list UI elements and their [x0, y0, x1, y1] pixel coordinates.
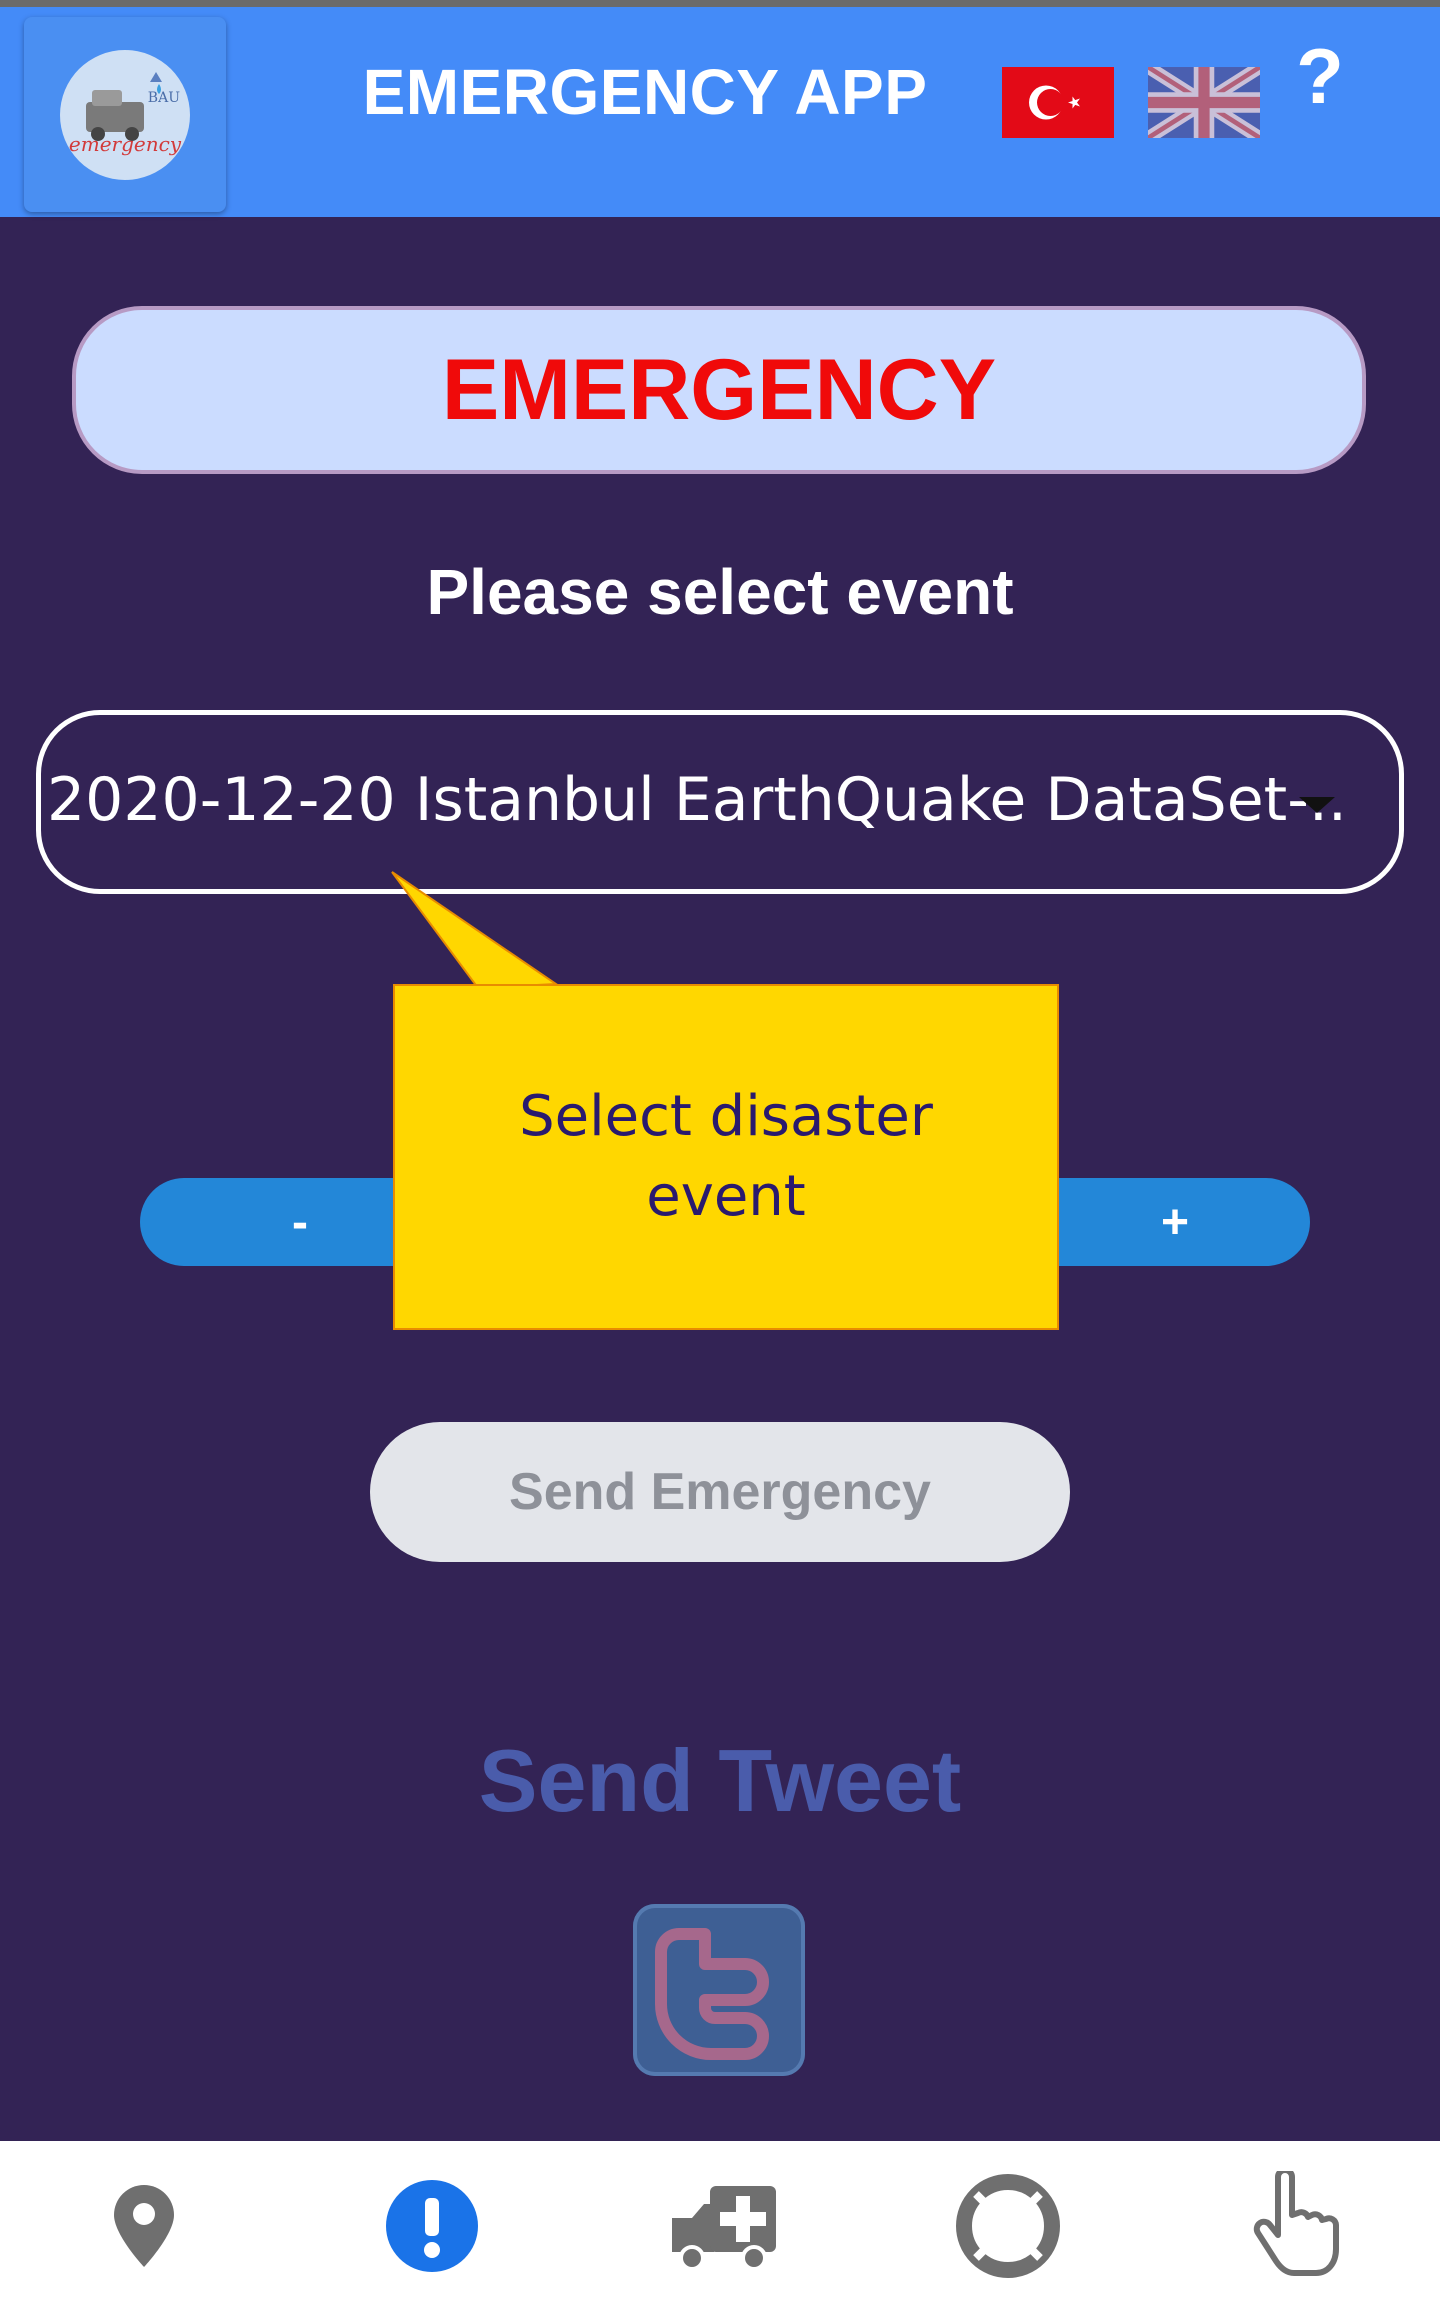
twitter-icon	[655, 1928, 769, 2060]
tooltip-hint: Select disaster event	[393, 984, 1059, 1330]
status-strip	[0, 0, 1440, 7]
logo-emblem: BAU emergency	[60, 49, 190, 180]
ambulance-icon	[672, 2186, 776, 2271]
lifebuoy-icon	[956, 2174, 1060, 2278]
event-select-value: 2020-12-20 Istanbul EarthQuake DataSet-.…	[47, 765, 1347, 835]
tab-ambulance[interactable]	[662, 2171, 782, 2281]
help-button[interactable]: ?	[1290, 31, 1350, 121]
turkish-flag-icon[interactable]	[1002, 67, 1114, 138]
bottom-tab-bar	[0, 2141, 1440, 2312]
tooltip-pointer	[391, 871, 560, 990]
alert-icon	[386, 2180, 478, 2272]
uk-flag-icon[interactable]	[1144, 61, 1264, 144]
tooltip-text: Select disaster event	[519, 1084, 933, 1229]
app-header: BAU emergency EMERGENCY APP ?	[0, 7, 1440, 217]
tab-gesture[interactable]	[1236, 2171, 1356, 2281]
location-pin-icon	[114, 2185, 174, 2267]
tab-alert[interactable]	[372, 2171, 492, 2281]
twitter-button[interactable]	[633, 1904, 805, 2076]
tab-help[interactable]	[948, 2171, 1068, 2281]
logo-sub-text: BAU	[147, 89, 180, 106]
send-tweet-label: Send Tweet	[478, 1731, 962, 1830]
chevron-down-icon	[1299, 797, 1335, 813]
select-event-title: Please select event	[426, 556, 1014, 628]
logo-text: emergency	[68, 131, 182, 156]
tab-location[interactable]	[84, 2171, 204, 2281]
app-title: EMERGENCY APP	[362, 56, 928, 128]
ambulance-logo-icon	[86, 71, 162, 141]
app-logo[interactable]: BAU emergency	[24, 17, 226, 212]
event-select[interactable]: 2020-12-20 Istanbul EarthQuake DataSet-.…	[36, 710, 1404, 894]
hand-pointer-icon	[1253, 2171, 1339, 2276]
send-emergency-button[interactable]: Send Emergency	[370, 1422, 1070, 1562]
emergency-button[interactable]: EMERGENCY	[72, 306, 1366, 474]
